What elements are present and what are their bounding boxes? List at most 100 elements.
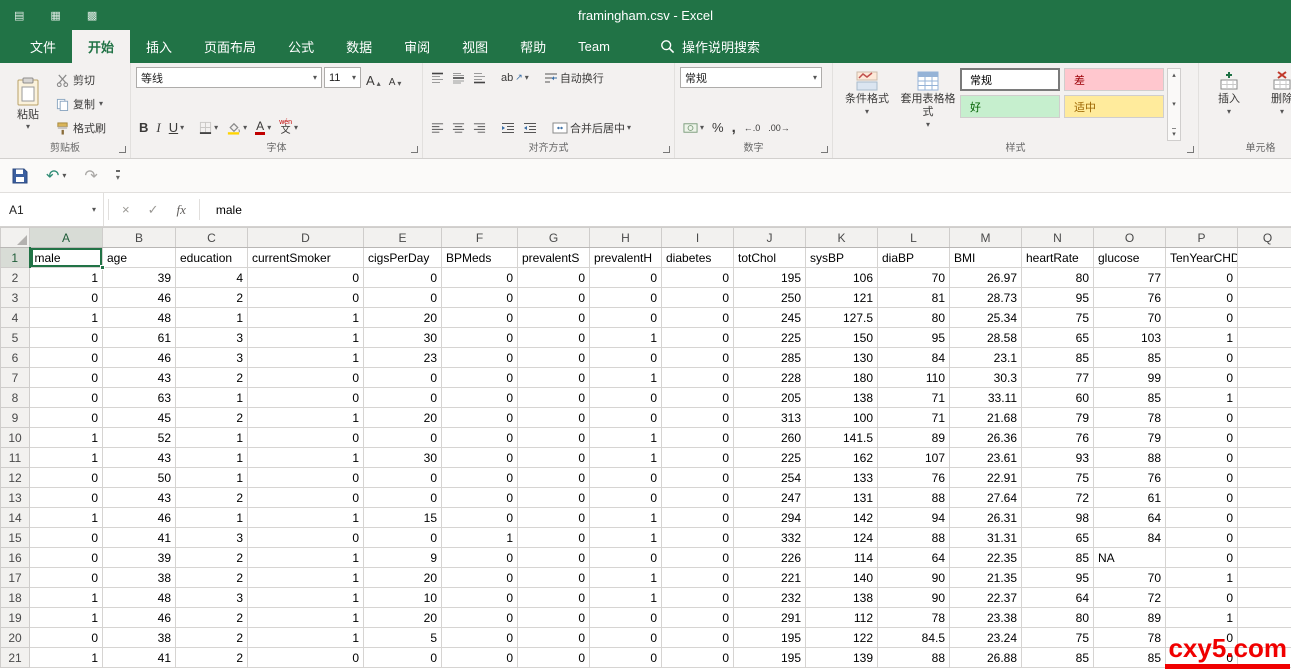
tell-me-search[interactable]: 操作说明搜索	[660, 30, 760, 63]
insert-cells-button[interactable]: 插入 ▾	[1204, 67, 1254, 141]
cell-I20[interactable]: 0	[662, 628, 734, 648]
cell-Q5[interactable]	[1238, 328, 1291, 348]
cell-O5[interactable]: 103	[1094, 328, 1166, 348]
cell-C2[interactable]: 4	[176, 268, 248, 288]
cell-style-neutral[interactable]: 适中	[1064, 95, 1164, 118]
cell-M2[interactable]: 26.97	[950, 268, 1022, 288]
cell-D19[interactable]: 1	[248, 608, 364, 628]
decrease-indent-button[interactable]	[498, 117, 518, 138]
column-header-K[interactable]: K	[806, 228, 878, 248]
cell-Q3[interactable]	[1238, 288, 1291, 308]
cell-F6[interactable]: 0	[442, 348, 518, 368]
cell-J19[interactable]: 291	[734, 608, 806, 628]
cell-P7[interactable]: 0	[1166, 368, 1238, 388]
cell-K15[interactable]: 124	[806, 528, 878, 548]
tab-审阅[interactable]: 审阅	[388, 30, 446, 63]
cell-C7[interactable]: 2	[176, 368, 248, 388]
cell-Q9[interactable]	[1238, 408, 1291, 428]
cell-A13[interactable]: 0	[30, 488, 103, 508]
cell-J13[interactable]: 247	[734, 488, 806, 508]
cell-K10[interactable]: 141.5	[806, 428, 878, 448]
cell-B1[interactable]: age	[103, 248, 176, 268]
cell-E13[interactable]: 0	[364, 488, 442, 508]
cell-L21[interactable]: 88	[878, 648, 950, 668]
cell-L1[interactable]: diaBP	[878, 248, 950, 268]
cell-D2[interactable]: 0	[248, 268, 364, 288]
save-button[interactable]	[12, 168, 28, 184]
cell-F4[interactable]: 0	[442, 308, 518, 328]
cell-C5[interactable]: 3	[176, 328, 248, 348]
cell-C20[interactable]: 2	[176, 628, 248, 648]
cell-L15[interactable]: 88	[878, 528, 950, 548]
cell-K14[interactable]: 142	[806, 508, 878, 528]
cell-E14[interactable]: 15	[364, 508, 442, 528]
tab-文件[interactable]: 文件	[14, 30, 72, 63]
cell-D16[interactable]: 1	[248, 548, 364, 568]
row-header-3[interactable]: 3	[1, 288, 30, 308]
cell-C6[interactable]: 3	[176, 348, 248, 368]
column-header-L[interactable]: L	[878, 228, 950, 248]
cell-B6[interactable]: 46	[103, 348, 176, 368]
cell-I17[interactable]: 0	[662, 568, 734, 588]
cell-N15[interactable]: 65	[1022, 528, 1094, 548]
cell-E2[interactable]: 0	[364, 268, 442, 288]
cell-B21[interactable]: 41	[103, 648, 176, 668]
cell-J10[interactable]: 260	[734, 428, 806, 448]
cell-N7[interactable]: 77	[1022, 368, 1094, 388]
cell-P13[interactable]: 0	[1166, 488, 1238, 508]
cell-B15[interactable]: 41	[103, 528, 176, 548]
cell-H17[interactable]: 1	[590, 568, 662, 588]
cell-M19[interactable]: 23.38	[950, 608, 1022, 628]
cell-K2[interactable]: 106	[806, 268, 878, 288]
cell-E20[interactable]: 5	[364, 628, 442, 648]
row-header-1[interactable]: 1	[1, 248, 30, 268]
cell-I16[interactable]: 0	[662, 548, 734, 568]
cell-L8[interactable]: 71	[878, 388, 950, 408]
cell-C1[interactable]: education	[176, 248, 248, 268]
cell-P14[interactable]: 0	[1166, 508, 1238, 528]
format-painter-button[interactable]: 格式刷	[54, 118, 108, 138]
cell-Q17[interactable]	[1238, 568, 1291, 588]
cell-A14[interactable]: 1	[30, 508, 103, 528]
dialog-launcher-icon[interactable]	[663, 146, 670, 153]
merge-center-button[interactable]: 合并后居中 ▾	[549, 117, 634, 138]
cell-I7[interactable]: 0	[662, 368, 734, 388]
cell-O15[interactable]: 84	[1094, 528, 1166, 548]
cell-M14[interactable]: 26.31	[950, 508, 1022, 528]
cell-I10[interactable]: 0	[662, 428, 734, 448]
cell-C10[interactable]: 1	[176, 428, 248, 448]
font-color-button[interactable]: A ▾	[252, 117, 274, 138]
cell-C16[interactable]: 2	[176, 548, 248, 568]
cell-M8[interactable]: 33.11	[950, 388, 1022, 408]
cell-L14[interactable]: 94	[878, 508, 950, 528]
cell-C11[interactable]: 1	[176, 448, 248, 468]
cell-B20[interactable]: 38	[103, 628, 176, 648]
cell-J20[interactable]: 195	[734, 628, 806, 648]
cell-D12[interactable]: 0	[248, 468, 364, 488]
cell-P2[interactable]: 0	[1166, 268, 1238, 288]
cell-H2[interactable]: 0	[590, 268, 662, 288]
column-header-J[interactable]: J	[734, 228, 806, 248]
dialog-launcher-icon[interactable]	[1187, 146, 1194, 153]
pattern-icon[interactable]: ▩	[87, 9, 97, 22]
cell-A19[interactable]: 1	[30, 608, 103, 628]
cell-J17[interactable]: 221	[734, 568, 806, 588]
cell-M20[interactable]: 23.24	[950, 628, 1022, 648]
cell-A1[interactable]: male	[30, 248, 103, 268]
cell-E7[interactable]: 0	[364, 368, 442, 388]
bold-button[interactable]: B	[136, 117, 151, 138]
row-header-11[interactable]: 11	[1, 448, 30, 468]
cell-H8[interactable]: 0	[590, 388, 662, 408]
comma-style-button[interactable]: ,	[729, 117, 739, 138]
cell-B5[interactable]: 61	[103, 328, 176, 348]
cell-H20[interactable]: 0	[590, 628, 662, 648]
cell-P1[interactable]: TenYearCHD	[1166, 248, 1238, 268]
cell-G16[interactable]: 0	[518, 548, 590, 568]
cell-A9[interactable]: 0	[30, 408, 103, 428]
cell-O4[interactable]: 70	[1094, 308, 1166, 328]
row-header-10[interactable]: 10	[1, 428, 30, 448]
orientation-button[interactable]: ab ↗ ▾	[498, 67, 532, 88]
cell-F9[interactable]: 0	[442, 408, 518, 428]
align-right-button[interactable]	[470, 117, 489, 138]
cell-L6[interactable]: 84	[878, 348, 950, 368]
